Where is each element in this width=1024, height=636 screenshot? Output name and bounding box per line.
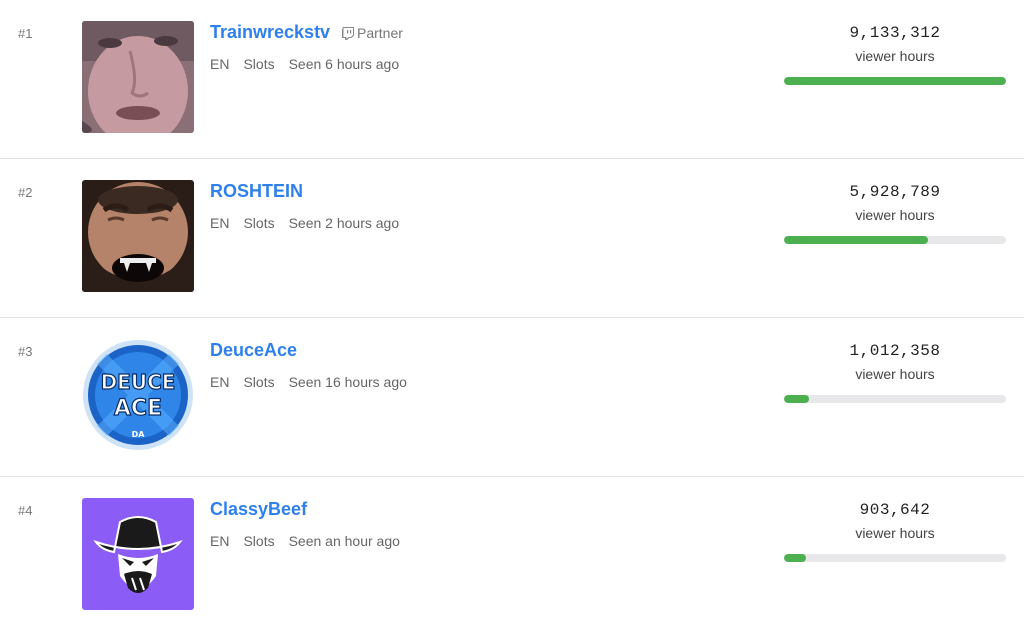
language-tag: EN: [210, 56, 230, 72]
viewer-hours-stat: 9,133,312 viewer hours: [784, 24, 1006, 85]
progress-fill: [784, 77, 1006, 85]
rank-label: #2: [18, 185, 33, 200]
streamer-avatar[interactable]: DEUCE ACE DA: [82, 339, 194, 451]
viewer-hours-label: viewer hours: [855, 207, 935, 223]
cowboy-logo-icon: [82, 498, 194, 610]
streamer-avatar[interactable]: [82, 180, 194, 292]
viewer-hours-stat: 1,012,358 viewer hours: [784, 342, 1006, 403]
logo-text-da: DA: [132, 430, 146, 439]
streamer-avatar[interactable]: [82, 498, 194, 610]
category-tag: Slots: [243, 533, 275, 549]
stream-meta: EN Slots Seen an hour ago: [210, 533, 400, 549]
language-tag: EN: [210, 215, 230, 231]
viewer-hours-stat: 5,928,789 viewer hours: [784, 183, 1006, 244]
deuce-ace-logo-icon: DEUCE ACE DA: [83, 340, 193, 450]
bearded-man-avatar-icon: [82, 180, 194, 292]
viewer-hours-stat: 903,642 viewer hours: [784, 501, 1006, 562]
leaderboard-row: #2 ROSHTEIN EN Slots Seen 2 hours ago 5,…: [0, 159, 1024, 318]
last-seen-text: Seen 2 hours ago: [288, 215, 400, 231]
viewer-hours-value: 903,642: [859, 501, 931, 519]
streamer-face-avatar-icon: [82, 21, 194, 133]
progress-fill: [784, 236, 929, 244]
language-tag: EN: [210, 533, 230, 549]
stream-meta: EN Slots Seen 2 hours ago: [210, 215, 399, 231]
category-tag: Slots: [243, 215, 275, 231]
partner-badge: Partner: [342, 25, 403, 41]
last-seen-text: Seen an hour ago: [288, 533, 400, 549]
leaderboard-row: #3 DEUCE ACE DA DeuceAce EN Slots Seen 1…: [0, 318, 1024, 477]
streamer-leaderboard: #1 Trainwreckstv Partner EN Slots Seen 6…: [0, 0, 1024, 633]
stream-meta: EN Slots Seen 6 hours ago: [210, 56, 399, 72]
streamer-name-link[interactable]: ClassyBeef: [210, 499, 307, 520]
language-tag: EN: [210, 374, 230, 390]
logo-text-deuce: DEUCE: [101, 370, 176, 394]
last-seen-text: Seen 16 hours ago: [288, 374, 407, 390]
rank-label: #1: [18, 26, 33, 41]
viewer-hours-label: viewer hours: [855, 525, 935, 541]
viewer-hours-value: 5,928,789: [849, 183, 941, 201]
progress-fill: [784, 395, 809, 403]
viewer-hours-label: viewer hours: [855, 366, 935, 382]
partner-badge-label: Partner: [357, 25, 403, 41]
progress-fill: [784, 554, 806, 562]
viewer-hours-progress-bar: [784, 236, 1006, 244]
streamer-name-link[interactable]: ROSHTEIN: [210, 181, 303, 202]
streamer-avatar[interactable]: [82, 21, 194, 133]
viewer-hours-progress-bar: [784, 554, 1006, 562]
leaderboard-row: #1 Trainwreckstv Partner EN Slots Seen 6…: [0, 0, 1024, 159]
streamer-name-link[interactable]: DeuceAce: [210, 340, 297, 361]
viewer-hours-value: 9,133,312: [849, 24, 941, 42]
category-tag: Slots: [243, 374, 275, 390]
rank-label: #3: [18, 344, 33, 359]
stream-meta: EN Slots Seen 16 hours ago: [210, 374, 407, 390]
viewer-hours-value: 1,012,358: [849, 342, 941, 360]
viewer-hours-label: viewer hours: [855, 48, 935, 64]
last-seen-text: Seen 6 hours ago: [288, 56, 400, 72]
logo-text-ace: ACE: [114, 396, 162, 421]
category-tag: Slots: [243, 56, 275, 72]
viewer-hours-progress-bar: [784, 77, 1006, 85]
leaderboard-row: #4 ClassyBeef EN Slots Seen an hour ago …: [0, 477, 1024, 636]
streamer-name-link[interactable]: Trainwreckstv: [210, 22, 330, 43]
twitch-icon: [342, 26, 354, 40]
viewer-hours-progress-bar: [784, 395, 1006, 403]
rank-label: #4: [18, 503, 33, 518]
